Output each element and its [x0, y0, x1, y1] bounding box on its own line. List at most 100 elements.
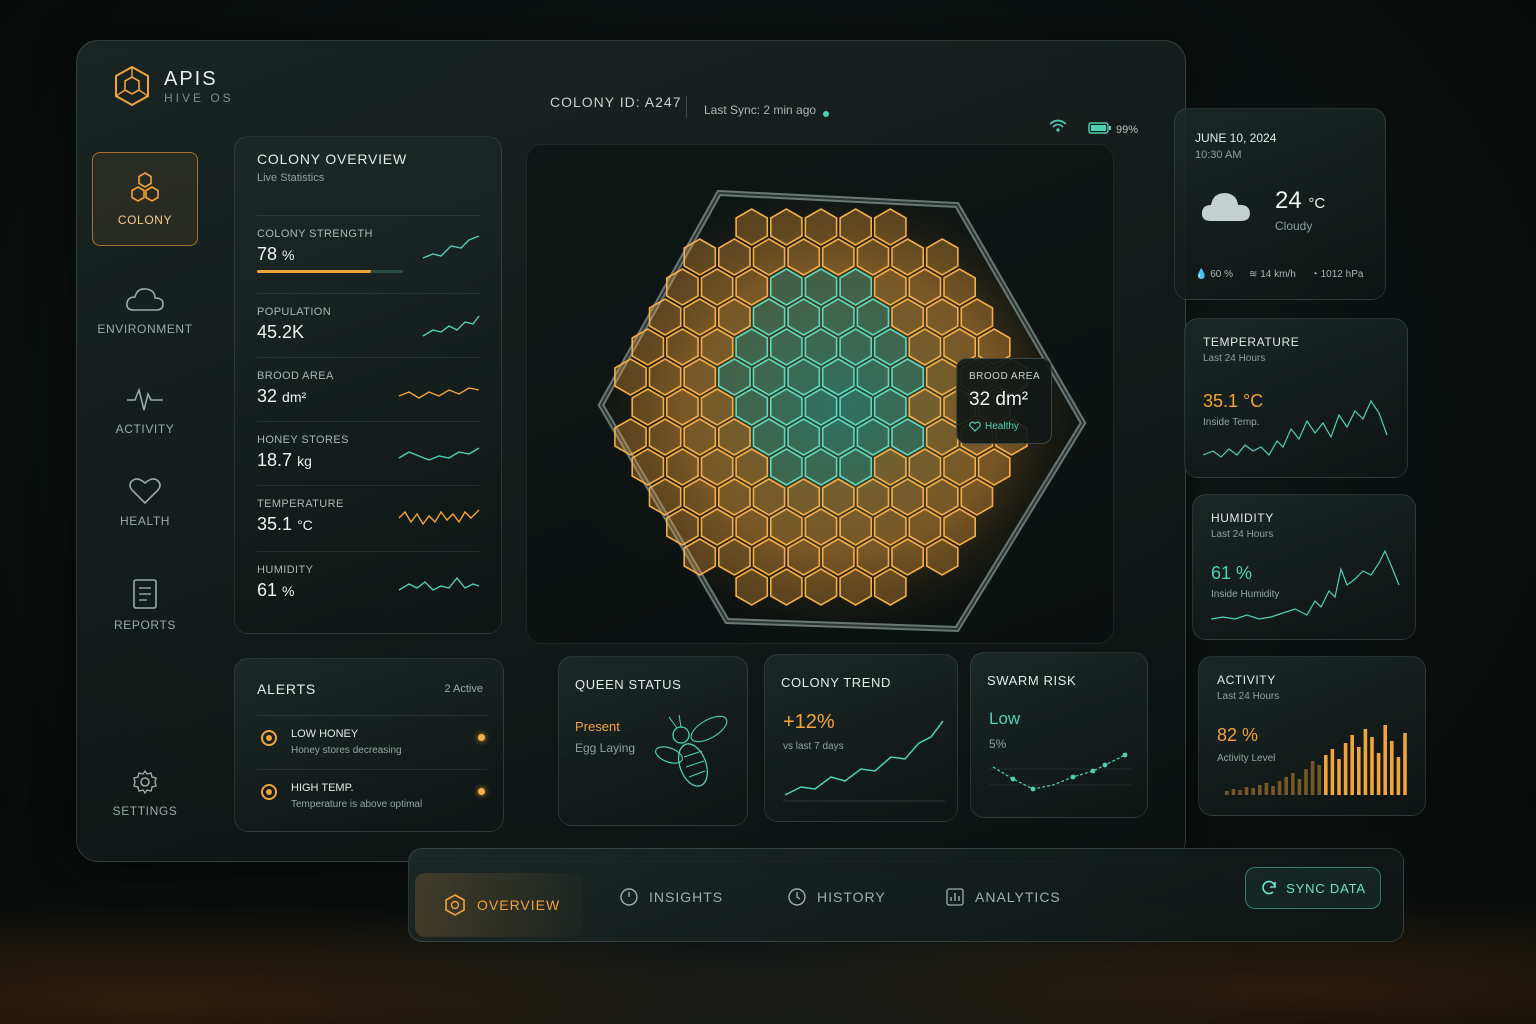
tab-history[interactable]: HISTORY	[787, 879, 886, 915]
comb-cell	[891, 478, 925, 516]
comb-cell	[752, 538, 786, 576]
weather-wind: ≋ 14 km/h	[1249, 269, 1296, 280]
metric-brood-area[interactable]: BROOD AREA 32 dm²	[257, 357, 481, 419]
comb-cell	[891, 538, 925, 576]
humidity-card[interactable]: HUMIDITY Last 24 Hours 61 % Inside Humid…	[1192, 494, 1416, 640]
comb-cell	[821, 358, 855, 396]
comb-cell	[960, 478, 994, 516]
nav-settings[interactable]: SETTINGS	[92, 768, 198, 818]
nav-health-label: HEALTH	[119, 514, 171, 528]
nav-reports[interactable]: REPORTS	[92, 578, 198, 632]
queen-status: Present	[575, 719, 620, 734]
comb-cell	[683, 358, 717, 396]
swarm-risk-card[interactable]: SWARM RISK Low 5%	[970, 652, 1148, 818]
last-sync: Last Sync: 2 min ago	[704, 103, 817, 117]
comb-cell	[787, 358, 821, 396]
comb-cell	[804, 328, 838, 366]
metric-value: 45.2K	[257, 322, 305, 342]
alert-description: Temperature is above optimal	[291, 799, 423, 810]
queen-status-card[interactable]: QUEEN STATUS Present Egg Laying	[558, 656, 748, 826]
sparkline	[398, 509, 480, 526]
activity-bar	[1390, 741, 1394, 795]
metric-population[interactable]: POPULATION 45.2K	[257, 293, 481, 355]
comb-cell	[873, 328, 907, 366]
activity-card[interactable]: ACTIVITY Last 24 Hours 82 % Activity Lev…	[1198, 656, 1426, 816]
wifi-icon	[1049, 119, 1067, 132]
metric-honey-stores[interactable]: HONEY STORES 18.7 kg	[257, 421, 481, 483]
metric-value: 35.1 °C	[257, 514, 313, 534]
activity-bar	[1258, 785, 1262, 795]
tab-insights[interactable]: INSIGHTS	[619, 879, 723, 915]
activity-bar	[1304, 769, 1308, 795]
cloud-icon	[1201, 193, 1250, 221]
comb-cell	[891, 418, 925, 456]
alert-title: HIGH TEMP.	[291, 782, 354, 794]
comb-cell	[752, 238, 786, 276]
alert-high-temp[interactable]: HIGH TEMP. Temperature is above optimal	[257, 769, 487, 823]
comb-cell	[839, 328, 873, 366]
nav-colony-label: COLONY	[117, 213, 173, 227]
activity-bar	[1330, 749, 1335, 795]
tooltip-value: 32 dm²	[969, 389, 1029, 410]
activity-bar	[1337, 759, 1341, 795]
comb-cell	[752, 358, 786, 396]
nav-activity[interactable]: ACTIVITY	[92, 384, 198, 436]
temperature-card[interactable]: TEMPERATURE Last 24 Hours 35.1 °C Inside…	[1184, 318, 1408, 478]
metric-humidity[interactable]: HUMIDITY 61 %	[257, 551, 481, 613]
activity-bar	[1350, 735, 1354, 795]
nav-colony[interactable]: COLONY	[92, 152, 198, 246]
tab-analytics-label: ANALYTICS	[975, 889, 1061, 905]
humidity-subtitle: Last 24 Hours	[1211, 529, 1274, 540]
battery-icon	[1088, 122, 1111, 134]
nav-health[interactable]: HEALTH	[92, 476, 198, 528]
activity-bar	[1251, 788, 1255, 795]
comb-cell	[821, 418, 855, 456]
sync-data-button[interactable]: SYNC DATA	[1245, 867, 1381, 909]
weather-temp: 24 °C	[1275, 187, 1326, 214]
tab-insights-label: INSIGHTS	[649, 889, 724, 905]
tab-overview[interactable]: OVERVIEW	[415, 873, 583, 937]
metric-label: COLONY STRENGTH	[257, 228, 373, 240]
overview-subtitle: Live Statistics	[257, 172, 325, 184]
swarm-chart	[989, 752, 1133, 792]
comb-cell	[735, 328, 769, 366]
comb-cell	[891, 358, 925, 396]
comb-cell	[666, 328, 699, 366]
comb-cell	[752, 298, 786, 336]
comb-cell	[666, 388, 699, 426]
weather-card[interactable]: JUNE 10, 2024 10:30 AM 24 °C Cloudy 💧 60…	[1174, 108, 1386, 300]
colony-trend-card[interactable]: COLONY TREND +12% vs last 7 days	[764, 654, 958, 822]
metric-temperature[interactable]: TEMPERATURE 35.1 °C	[257, 485, 481, 547]
nav-environment[interactable]: ENVIRONMENT	[92, 284, 198, 336]
sync-data-label: SYNC DATA	[1286, 880, 1366, 896]
comb-cell	[891, 238, 925, 276]
activity-bar	[1376, 753, 1381, 795]
comb-cell	[752, 478, 786, 516]
swarm-title: SWARM RISK	[987, 673, 1077, 688]
alert-low-honey[interactable]: LOW HONEY Honey stores decreasing	[257, 715, 487, 769]
comb-cell	[839, 268, 873, 306]
metric-label: POPULATION	[257, 306, 332, 318]
comb-cell	[908, 328, 942, 366]
comb-cell	[925, 358, 959, 396]
honeycomb-icon	[131, 172, 159, 202]
activity-title: ACTIVITY	[1217, 673, 1276, 687]
metric-colony-strength[interactable]: COLONY STRENGTH 78 %	[257, 215, 481, 277]
comb-cell	[718, 418, 751, 456]
temperature-title: TEMPERATURE	[1203, 335, 1300, 349]
temperature-chart	[1203, 399, 1388, 458]
comb-cell	[735, 388, 769, 426]
sparkline	[398, 387, 480, 399]
metric-label: HUMIDITY	[257, 564, 314, 576]
metric-value: 18.7 kg	[257, 450, 312, 470]
activity-bar	[1271, 786, 1275, 795]
header-divider	[686, 96, 687, 118]
comb-cell	[821, 238, 855, 276]
comb-cell	[683, 538, 717, 576]
document-icon	[133, 579, 157, 609]
tab-analytics[interactable]: ANALYTICS	[945, 879, 1061, 915]
tooltip-label: BROOD AREA	[969, 371, 1041, 382]
metric-label: TEMPERATURE	[257, 498, 344, 510]
chart-icon	[946, 888, 964, 906]
alert-description: Honey stores decreasing	[291, 745, 402, 756]
